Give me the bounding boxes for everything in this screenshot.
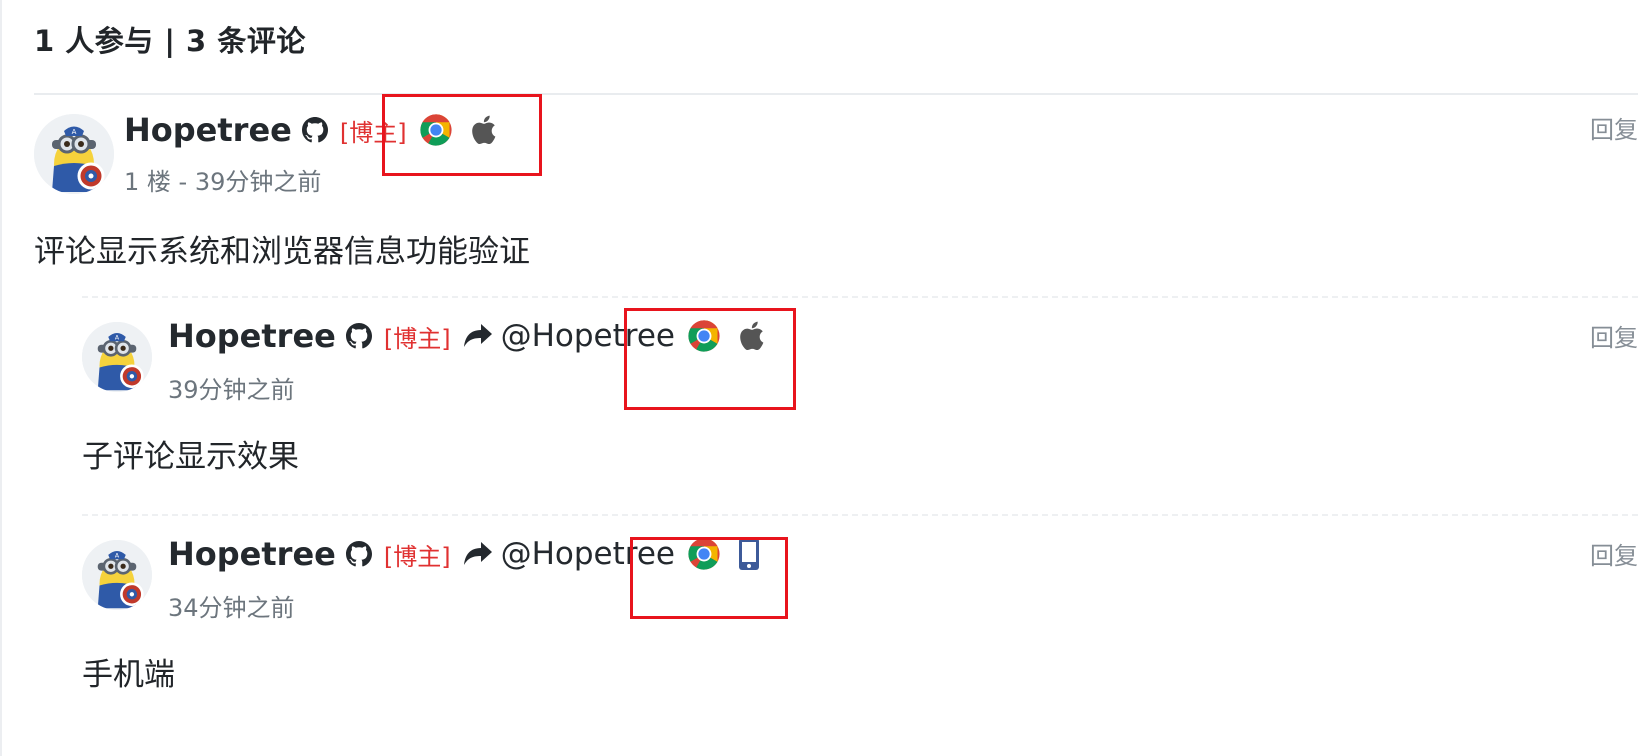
child-comment-item: Hopetree [博主] @Hopetree 34分钟之前 回复 手机端 <box>82 514 1638 714</box>
avatar[interactable] <box>82 322 152 392</box>
left-border <box>0 0 2 756</box>
comment-meta: 34分钟之前 <box>168 594 295 622</box>
comment-header: Hopetree [博主] @Hopetree <box>168 316 765 356</box>
header-divider <box>34 93 1638 95</box>
mention-link[interactable]: @Hopetree <box>501 318 675 354</box>
github-icon[interactable] <box>346 541 372 567</box>
author-name[interactable]: Hopetree <box>168 317 336 355</box>
comment-content: 评论显示系统和浏览器信息功能验证 <box>34 234 530 270</box>
comment-meta: 1 楼 - 39分钟之前 <box>124 168 322 196</box>
reply-button[interactable]: 回复 <box>1590 318 1638 353</box>
role-badge: [博主] <box>383 324 451 353</box>
comment-divider <box>82 514 1638 516</box>
comment-header: Hopetree [博主] @Hopetree <box>168 534 761 574</box>
role-badge: [博主] <box>339 118 407 147</box>
github-icon[interactable] <box>302 117 328 143</box>
chrome-icon <box>687 537 721 571</box>
author-name[interactable]: Hopetree <box>124 111 292 149</box>
avatar[interactable] <box>34 114 114 194</box>
avatar[interactable] <box>82 540 152 610</box>
comment-content: 子评论显示效果 <box>82 439 299 475</box>
reply-button[interactable]: 回复 <box>1590 536 1638 571</box>
chrome-icon <box>419 113 453 147</box>
github-icon[interactable] <box>346 323 372 349</box>
comment-content: 手机端 <box>82 657 175 693</box>
comment-item: Hopetree [博主] 1 楼 - 39分钟之前 回复 评论显示系统和浏览器… <box>34 96 1638 286</box>
mention-link[interactable]: @Hopetree <box>501 536 675 572</box>
comment-count-header: 1 人参与 | 3 条评论 <box>34 24 306 58</box>
reply-arrow-icon <box>463 323 493 349</box>
apple-icon <box>469 114 497 146</box>
role-badge: [博主] <box>383 542 451 571</box>
apple-icon <box>737 320 765 352</box>
comment-divider <box>82 296 1638 298</box>
comment-section: 1 人参与 | 3 条评论 Hopetree [博主] 1 楼 - 39分钟之前… <box>0 0 1652 756</box>
comment-header: Hopetree [博主] <box>124 110 497 150</box>
child-comment-item: Hopetree [博主] @Hopetree 39分钟之前 回复 子评论显示效… <box>82 296 1638 496</box>
chrome-icon <box>687 319 721 353</box>
comment-meta: 39分钟之前 <box>168 376 295 404</box>
author-name[interactable]: Hopetree <box>168 535 336 573</box>
reply-arrow-icon <box>463 541 493 567</box>
reply-button[interactable]: 回复 <box>1590 110 1638 145</box>
mobile-phone-icon <box>737 537 761 571</box>
